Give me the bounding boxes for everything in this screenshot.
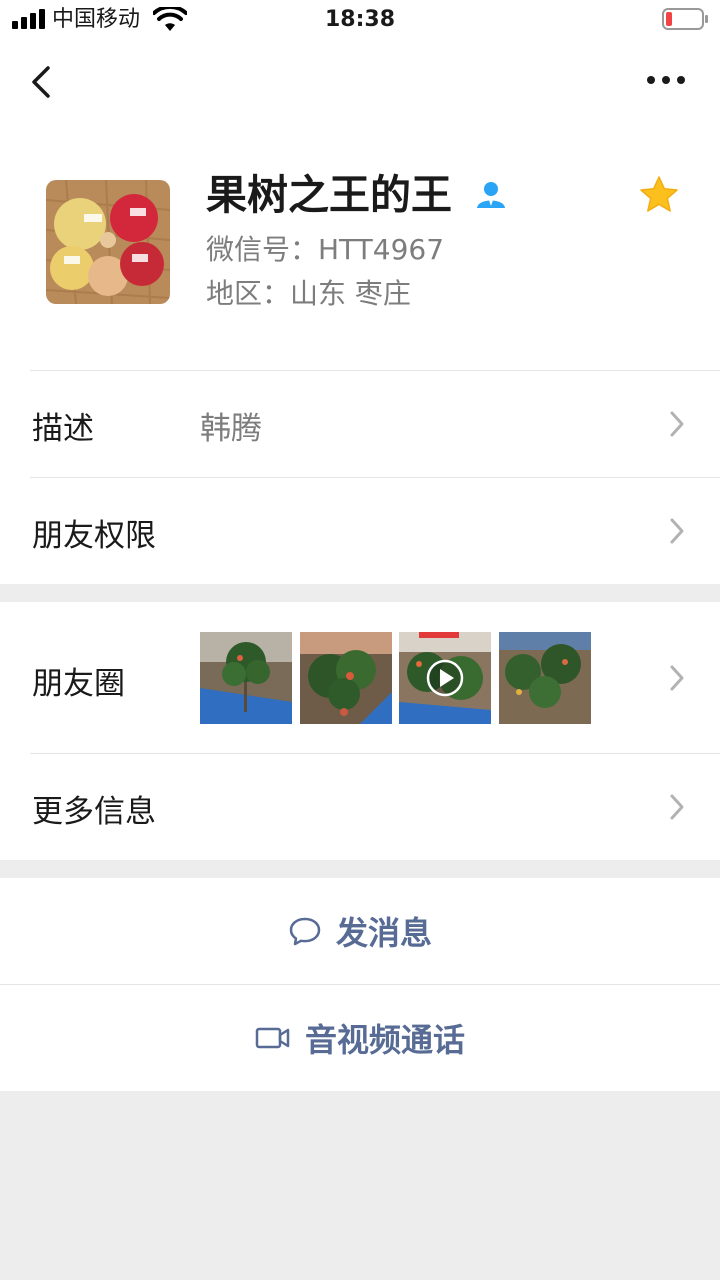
moment-thumbnail[interactable] (499, 632, 591, 724)
more-info-row[interactable]: 更多信息 (0, 754, 720, 860)
back-icon[interactable] (26, 60, 60, 104)
nav-bar (0, 40, 720, 122)
wechat-id: 微信号：HTT4967 (206, 233, 445, 266)
moment-thumbnail[interactable] (200, 632, 292, 724)
video-call-label: 音视频通话 (304, 1021, 465, 1059)
friend-permissions-row[interactable]: 朋友权限 (0, 478, 720, 584)
send-message-button[interactable]: 发消息 (0, 878, 720, 984)
video-camera-icon (255, 1027, 290, 1049)
battery-icon (662, 8, 708, 30)
chat-bubble-icon (289, 917, 321, 946)
friend-permissions-label: 朋友权限 (32, 518, 156, 554)
send-message-label: 发消息 (335, 914, 432, 952)
description-label: 描述 (32, 411, 94, 447)
status-time: 18:38 (324, 7, 396, 32)
description-row[interactable]: 描述 韩腾 (0, 371, 720, 477)
moment-thumbnail[interactable] (300, 632, 392, 724)
moments-row[interactable]: 朋友圈 (0, 602, 720, 753)
chevron-right-icon (670, 518, 684, 544)
star-icon (640, 176, 678, 212)
profile-header: 果树之王的王 微信号：HTT4967 地区：山东 枣庄 (0, 122, 720, 372)
description-value: 韩腾 (200, 411, 262, 447)
more-options-icon[interactable] (644, 68, 688, 92)
profile-name: 果树之王的王 (206, 171, 452, 219)
contact-person-icon (477, 182, 505, 208)
moments-label: 朋友圈 (32, 666, 125, 702)
moment-video-thumbnail[interactable] (399, 632, 491, 724)
chevron-right-icon (670, 411, 684, 437)
chevron-right-icon (670, 794, 684, 820)
video-call-button[interactable]: 音视频通话 (0, 985, 720, 1091)
more-info-label: 更多信息 (32, 794, 156, 830)
avatar[interactable] (46, 180, 170, 304)
region: 地区：山东 枣庄 (206, 277, 411, 310)
status-bar: 中国移动 18:38 (0, 0, 720, 40)
chevron-right-icon (670, 665, 684, 691)
